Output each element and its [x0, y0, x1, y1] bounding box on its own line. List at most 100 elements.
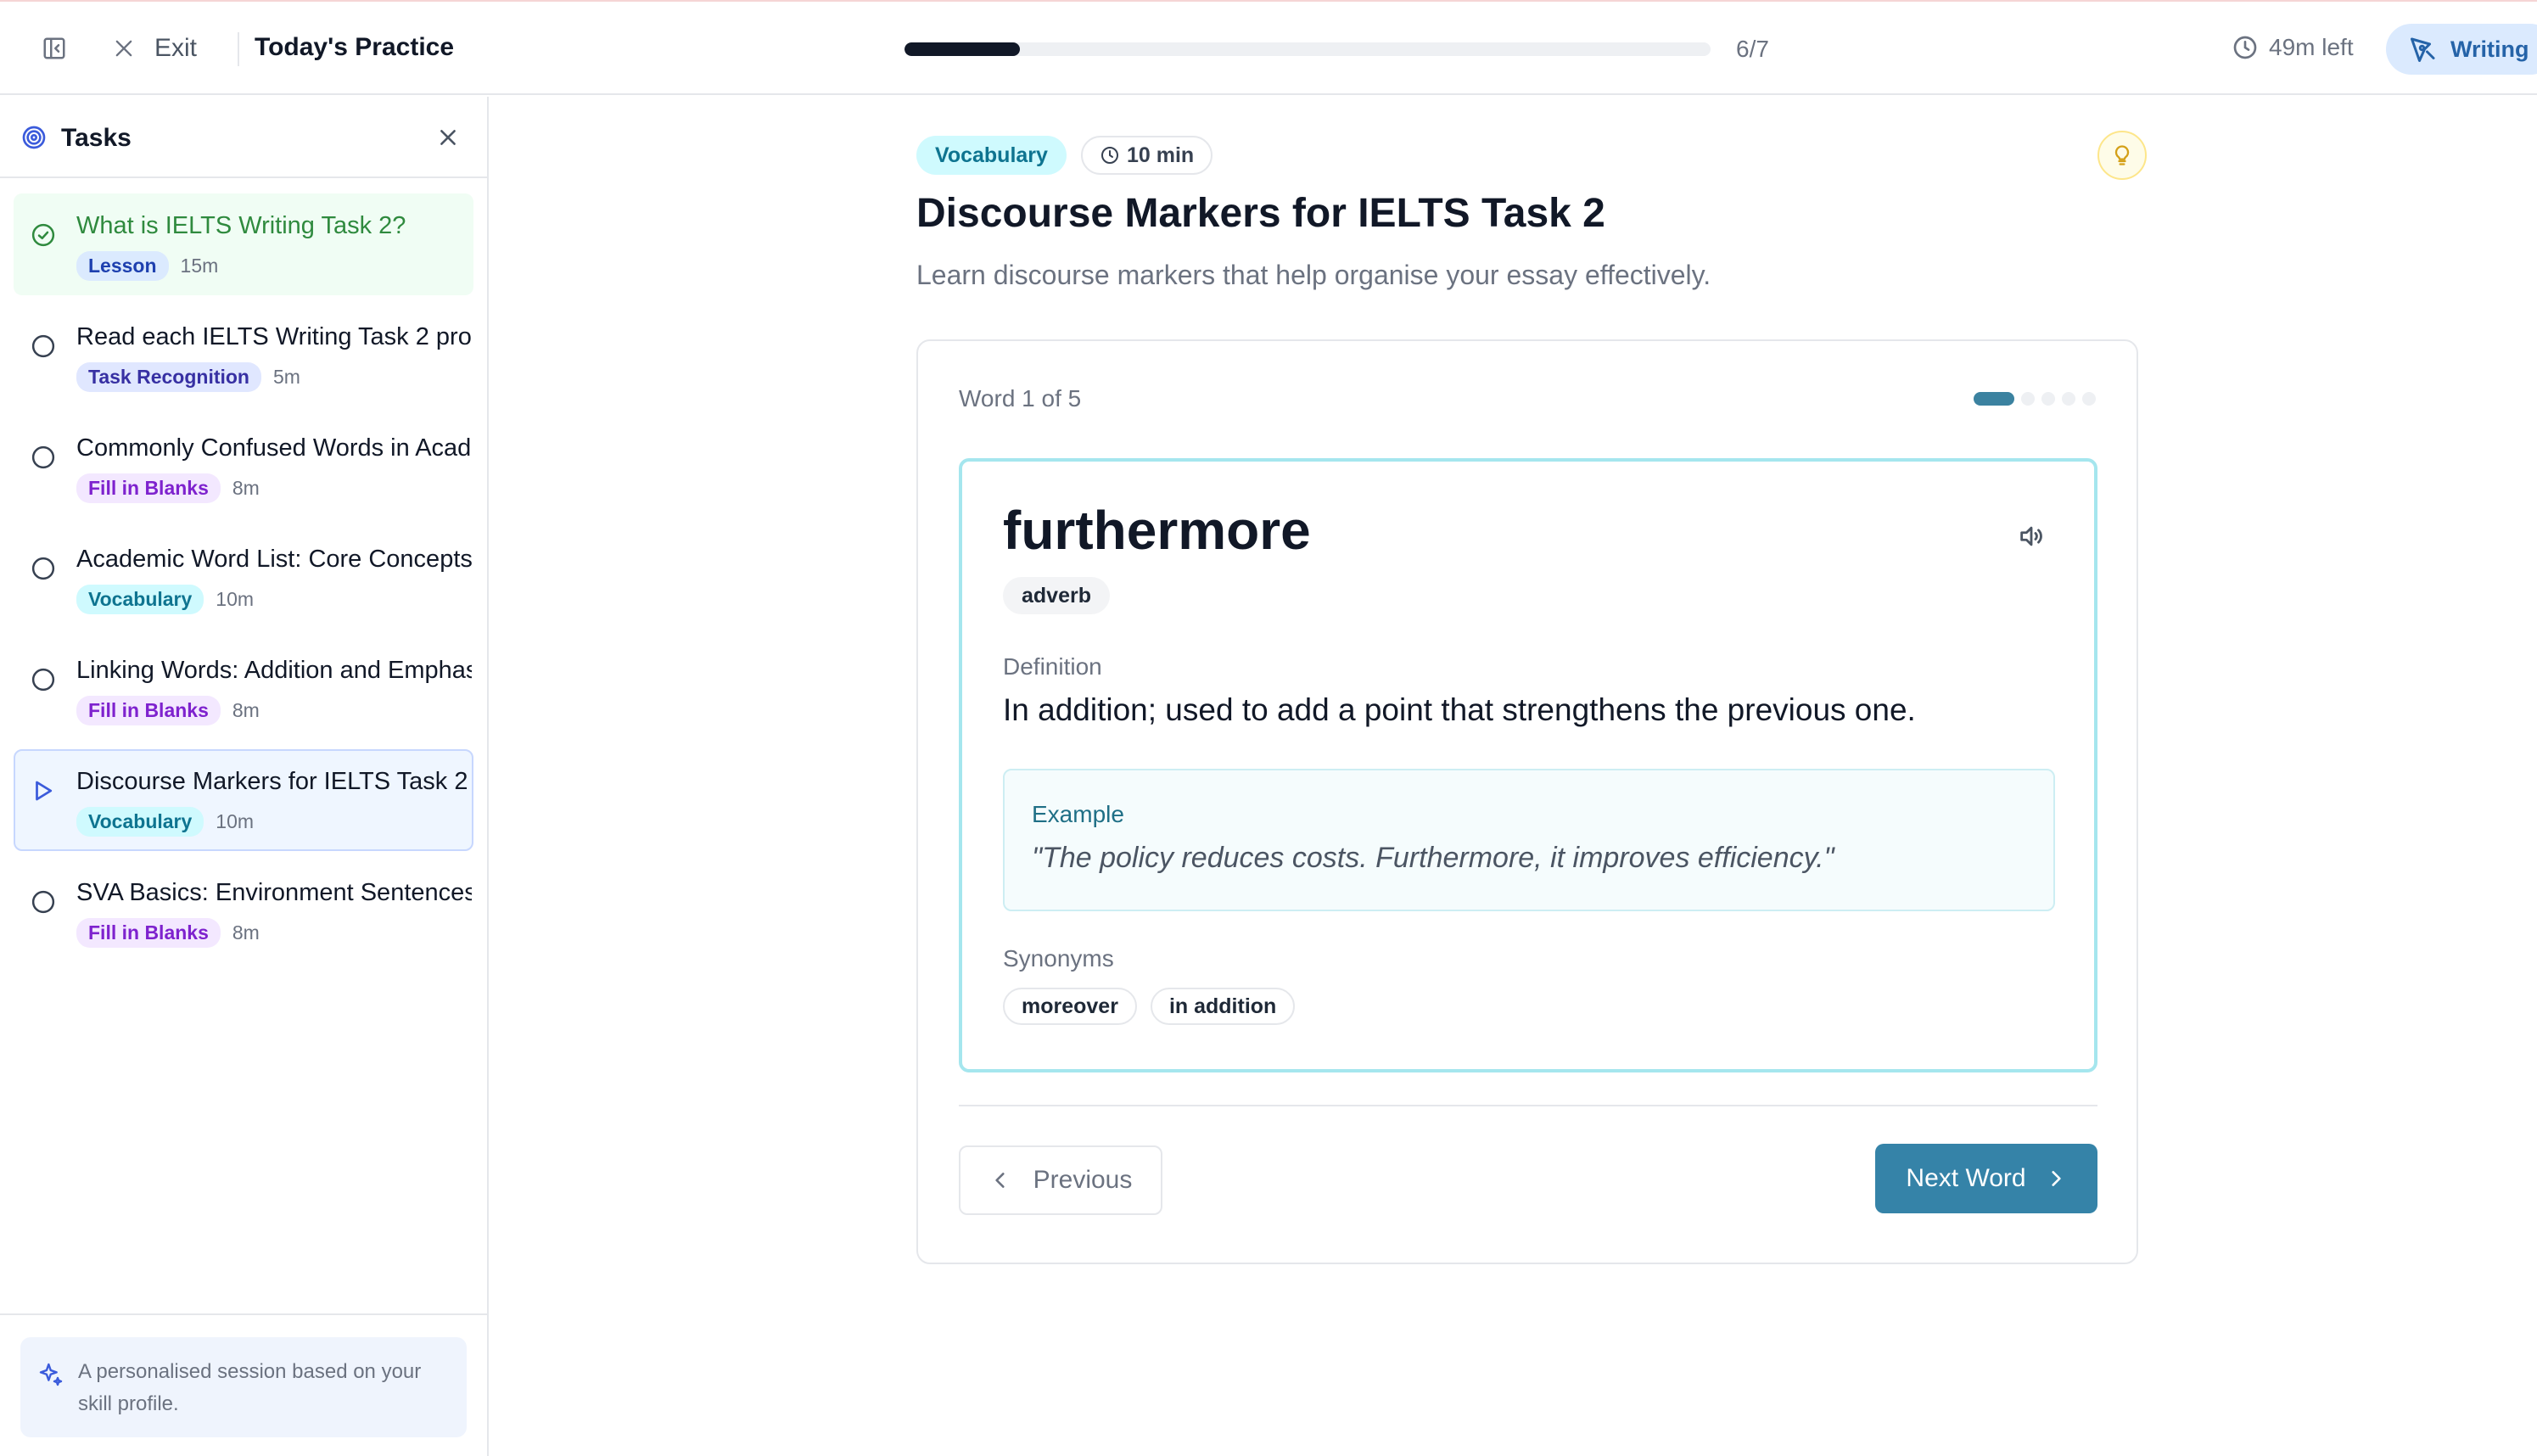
task-meta: Fill in Blanks 8m [76, 696, 260, 725]
task-item-active[interactable]: Discourse Markers for IELTS Task 2 Vocab… [14, 749, 473, 851]
synonyms-list: moreover in addition [1003, 988, 1296, 1025]
task-item[interactable]: Commonly Confused Words in Academic Writ… [14, 416, 473, 518]
session-progress-fill [904, 42, 1020, 56]
task-duration: 8m [232, 699, 260, 721]
target-icon [22, 126, 46, 149]
clock-icon [1101, 147, 1118, 164]
session-progress-bar [904, 42, 1711, 56]
task-duration: 10m [216, 810, 255, 832]
task-title: Commonly Confused Words in Academic Writ… [76, 434, 472, 462]
hint-button[interactable] [2097, 131, 2147, 180]
pen-icon [2411, 37, 2435, 62]
task-list: What is IELTS Writing Task 2? Lesson 15m… [14, 193, 473, 972]
speaker-icon [2020, 526, 2042, 546]
circle-icon [31, 668, 55, 692]
word-progress-dots [1974, 392, 2096, 406]
personalised-session-text: A personalised session based on your ski… [78, 1360, 422, 1415]
task-title: SVA Basics: Environment Sentences [76, 879, 473, 906]
circle-icon [31, 557, 55, 580]
duration-label: 10 min [1127, 143, 1195, 167]
chevron-left-icon [995, 1173, 1005, 1188]
task-title: What is IELTS Writing Task 2? [76, 212, 406, 239]
task-title: Linking Words: Addition and Emphasis [76, 657, 473, 684]
vocabulary-card: Word 1 of 5 furthermore adverb Definitio… [916, 339, 2138, 1264]
card-divider [959, 1105, 2097, 1106]
synonym-chip: in addition [1150, 988, 1296, 1025]
time-remaining: 49m left [2232, 34, 2354, 61]
check-circle-icon [31, 223, 55, 247]
task-meta: Vocabulary 10m [76, 807, 254, 837]
next-word-label: Next Word [1906, 1164, 2026, 1192]
word-counter: Word 1 of 5 [959, 385, 1082, 412]
task-item[interactable]: Linking Words: Addition and Emphasis Fil… [14, 638, 473, 740]
task-duration: 8m [232, 921, 260, 944]
lightbulb-icon [2114, 145, 2130, 165]
circle-icon [31, 890, 55, 914]
sidebar-toggle-button[interactable] [34, 31, 75, 65]
tasks-sidebar: Tasks What is IELTS Writing Task 2? Less… [0, 97, 489, 1456]
definition-label: Definition [1003, 653, 1102, 680]
task-item[interactable]: SVA Basics: Environment Sentences Fill i… [14, 860, 473, 962]
example-text: "The policy reduces costs. Furthermore, … [1032, 842, 1834, 874]
example-label: Example [1032, 801, 1124, 827]
task-title: Discourse Markers for IELTS Task 2 [76, 768, 468, 795]
task-duration: 15m [180, 255, 219, 277]
task-meta: Lesson 15m [76, 251, 218, 281]
header-divider [238, 32, 239, 66]
circle-icon [31, 445, 55, 469]
duration-tag: 10 min [1081, 136, 1213, 175]
definition-text: In addition; used to add a point that st… [1003, 692, 1916, 727]
part-of-speech-badge: adverb [1003, 577, 1110, 614]
lesson-subtitle: Learn discourse markers that help organi… [916, 260, 1711, 290]
close-sidebar-button[interactable] [433, 122, 463, 153]
progress-count: 6/7 [1736, 36, 1769, 62]
task-type-badge: Fill in Blanks [76, 696, 221, 725]
task-meta: Vocabulary 10m [76, 585, 254, 614]
close-icon [115, 40, 132, 57]
sparkle-icon [39, 1363, 63, 1386]
lesson-main: Vocabulary 10 min Discourse Markers for … [490, 97, 2537, 1456]
task-meta: Fill in Blanks 8m [76, 473, 260, 503]
task-type-badge: Lesson [76, 251, 169, 281]
top-bar: Exit Today's Practice 6/7 49m left Writi… [0, 2, 2537, 95]
word-dot [2082, 392, 2096, 406]
writing-mode-label: Writing [2450, 36, 2529, 62]
clock-icon [2233, 36, 2257, 59]
previous-button[interactable]: Previous [959, 1145, 1162, 1215]
chevron-right-icon [2052, 1171, 2061, 1186]
sidebar-toggle-icon [43, 37, 65, 59]
time-remaining-label: 49m left [2269, 34, 2354, 60]
personalised-session-note: A personalised session based on your ski… [20, 1337, 467, 1437]
task-title: Read each IELTS Writing Task 2 prompt [76, 323, 473, 350]
close-icon [440, 130, 456, 145]
task-type-badge: Task Recognition [76, 362, 261, 392]
word-dot [2041, 392, 2055, 406]
previous-label: Previous [1033, 1166, 1133, 1194]
tasks-title: Tasks [61, 124, 132, 152]
task-title: Academic Word List: Core Concepts [76, 546, 473, 573]
writing-mode-button[interactable]: Writing [2386, 24, 2537, 75]
task-meta: Fill in Blanks 8m [76, 918, 260, 948]
task-item[interactable]: Read each IELTS Writing Task 2 prompt Ta… [14, 305, 473, 406]
task-type-badge: Fill in Blanks [76, 473, 221, 503]
next-word-button[interactable]: Next Word [1875, 1144, 2097, 1213]
task-type-badge: Vocabulary [76, 807, 204, 837]
page-title: Today's Practice [255, 33, 455, 61]
word-dot [2062, 392, 2075, 406]
word-detail-card: furthermore adverb Definition In additio… [959, 458, 2097, 1072]
task-item[interactable]: What is IELTS Writing Task 2? Lesson 15m [14, 193, 473, 295]
synonyms-label: Synonyms [1003, 945, 1114, 972]
sidebar-footer-divider [0, 1313, 487, 1315]
exit-button[interactable]: Exit [112, 27, 197, 70]
circle-icon [31, 334, 55, 358]
task-duration: 5m [273, 366, 300, 388]
task-meta: Task Recognition 5m [76, 362, 300, 392]
example-box: Example "The policy reduces costs. Furth… [1003, 769, 2055, 911]
task-item[interactable]: Academic Word List: Core Concepts Vocabu… [14, 527, 473, 629]
play-icon [36, 781, 53, 801]
tasks-sidebar-header: Tasks [0, 97, 487, 178]
vocab-word: furthermore [1003, 500, 1311, 561]
exit-label: Exit [154, 34, 198, 62]
pronounce-button[interactable] [2014, 519, 2048, 553]
task-type-badge: Vocabulary [76, 585, 204, 614]
